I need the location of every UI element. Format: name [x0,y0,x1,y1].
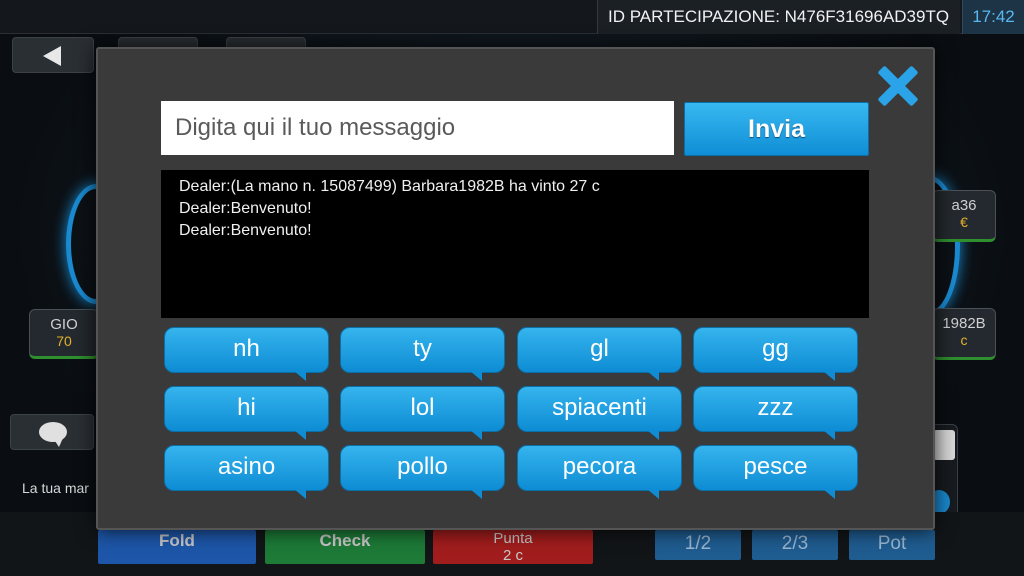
bet-slider-handle[interactable] [933,430,955,460]
player-name: 1982B [942,315,986,332]
check-button[interactable]: Check [265,530,425,564]
quick-phrase-button[interactable]: asino [164,445,329,499]
back-arrow-icon [43,46,61,66]
player-stack: c [960,332,968,348]
chat-button[interactable] [10,414,94,450]
participation-id: ID PARTECIPAZIONE: N476F31696AD39TQ [597,0,960,34]
quick-phrase-button[interactable]: ty [340,327,505,381]
chat-message: Dealer:(La mano n. 15087499) Barbara1982… [179,178,600,195]
speech-bubble-icon [39,422,67,447]
chat-message: Dealer:Benvenuto! [179,200,312,217]
player-seat-right-bottom[interactable]: 1982B c [932,308,996,360]
quick-phrase-button[interactable]: spiacenti [517,386,682,440]
quick-phrase-button[interactable]: pecora [517,445,682,499]
hand-status-text: La tua mar [22,480,89,496]
player-seat-left[interactable]: GIO 70 [29,309,99,359]
quick-phrase-button[interactable]: pesce [693,445,858,499]
bet-button[interactable]: Punta 2 c [433,530,593,564]
player-name: GIO [50,316,78,333]
chat-message-input[interactable] [161,101,674,155]
fold-button[interactable]: Fold [98,530,256,564]
bet-two-thirds-button[interactable]: 2/3 [752,530,838,560]
quick-phrase-button[interactable]: zzz [693,386,858,440]
player-seat-right-top[interactable]: a36 € [932,190,996,242]
send-button[interactable]: Invia [684,102,869,156]
quick-phrase-button[interactable]: gl [517,327,682,381]
bet-label: Punta [493,530,533,547]
quick-phrase-button[interactable]: hi [164,386,329,440]
clock: 17:42 [962,0,1024,34]
player-stack: € [960,214,968,230]
quick-phrase-button[interactable]: gg [693,327,858,381]
bet-half-pot-button[interactable]: 1/2 [655,530,741,560]
quick-phrase-button[interactable]: nh [164,327,329,381]
poker-table-screen: ID PARTECIPAZIONE: N476F31696AD39TQ 17:4… [0,0,1024,576]
quick-phrase-button[interactable]: pollo [340,445,505,499]
bet-pot-button[interactable]: Pot [849,530,935,560]
player-name: a36 [951,197,977,214]
top-status-bar: ID PARTECIPAZIONE: N476F31696AD39TQ 17:4… [0,0,1024,34]
player-stack: 70 [56,333,72,349]
quick-phrase-button[interactable]: lol [340,386,505,440]
chat-log[interactable]: Dealer:(La mano n. 15087499) Barbara1982… [161,170,869,318]
bet-amount: 2 c [502,547,523,564]
chat-message: Dealer:Benvenuto! [179,222,312,239]
back-button[interactable] [12,37,94,73]
close-icon[interactable] [873,60,923,110]
